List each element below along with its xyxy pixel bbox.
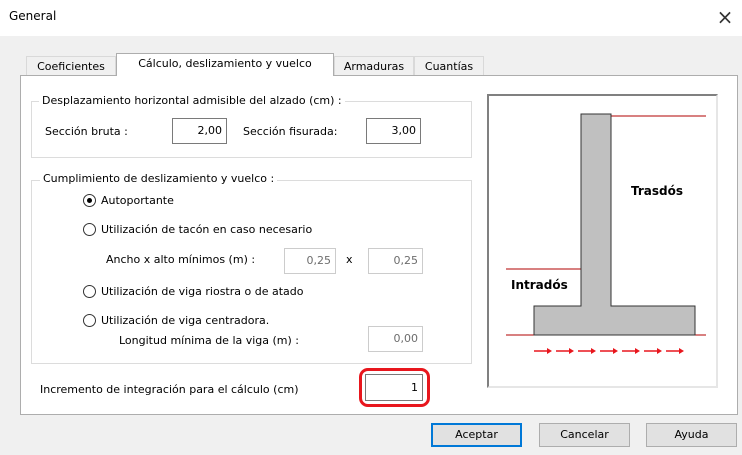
longitud-minima-label: Longitud mínima de la viga (m) : [119, 334, 300, 347]
dims-separator: x [346, 253, 353, 266]
viga-centradora-label[interactable]: Utilización de viga centradora. [101, 314, 269, 327]
incremento-highlight [359, 368, 430, 407]
radio-tacon[interactable] [83, 223, 96, 236]
title-bar: General × [0, 0, 742, 36]
cancel-button[interactable]: Cancelar [539, 423, 630, 447]
wall-diagram-svg [506, 113, 706, 354]
seccion-fisurada-input[interactable]: 3,00 [366, 118, 421, 144]
tab-calculo-deslizamiento-vuelco[interactable]: Cálculo, deslizamiento y vuelco [116, 53, 334, 76]
alto-input[interactable]: 0,25 [368, 248, 423, 274]
sliding-overturning-legend: Cumplimiento de deslizamiento y vuelco : [40, 172, 278, 185]
ancho-alto-label: Ancho x alto mínimos (m) : [106, 253, 256, 266]
radio-viga-riostra[interactable] [83, 285, 96, 298]
seccion-bruta-input[interactable]: 2,00 [172, 118, 227, 144]
tab-cuantias[interactable]: Cuantías [414, 56, 484, 76]
radio-viga-centradora[interactable] [83, 314, 96, 327]
radio-selected-dot [87, 198, 92, 203]
tab-coeficientes[interactable]: Coeficientes [26, 56, 116, 76]
autoportante-label[interactable]: Autoportante [101, 194, 174, 207]
seccion-fisurada-label: Sección fisurada: [243, 125, 338, 138]
wall-diagram: Trasdós Intradós [487, 94, 718, 388]
seccion-bruta-label: Sección bruta : [45, 125, 128, 138]
accept-button[interactable]: Aceptar [431, 423, 522, 447]
retaining-wall-shape [533, 113, 696, 336]
trasdos-label: Trasdós [631, 184, 684, 198]
intrados-label: Intradós [511, 278, 568, 292]
help-button[interactable]: Ayuda [646, 423, 737, 447]
radio-autoportante[interactable] [83, 194, 96, 207]
sliding-arrows [534, 348, 684, 354]
close-icon[interactable]: × [712, 4, 738, 30]
window-title: General [9, 9, 57, 23]
ancho-input[interactable]: 0,25 [284, 248, 336, 274]
tab-armaduras[interactable]: Armaduras [334, 56, 414, 76]
displacement-legend: Desplazamiento horizontal admisible del … [39, 94, 345, 107]
viga-riostra-label[interactable]: Utilización de viga riostra o de atado [101, 285, 303, 298]
tacon-label[interactable]: Utilización de tacón en caso necesario [101, 223, 312, 236]
longitud-minima-input[interactable]: 0,00 [368, 326, 423, 352]
incremento-label: Incremento de integración para el cálcul… [40, 383, 299, 396]
